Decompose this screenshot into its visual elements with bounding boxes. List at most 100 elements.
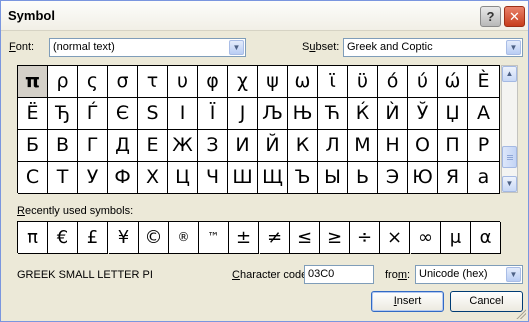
symbol-cell[interactable]: ϋ bbox=[348, 66, 378, 98]
symbol-cell[interactable]: τ bbox=[138, 66, 168, 98]
symbol-cell[interactable]: Ќ bbox=[348, 98, 378, 130]
symbol-cell[interactable]: К bbox=[288, 130, 318, 162]
recent-symbol-cell[interactable]: ≥ bbox=[320, 222, 350, 254]
character-code-input[interactable]: 03C0 bbox=[304, 265, 374, 284]
recent-symbol-cell[interactable]: © bbox=[139, 222, 169, 254]
font-dropdown[interactable]: (normal text) ▼ bbox=[49, 38, 246, 57]
help-button[interactable]: ? bbox=[480, 6, 501, 27]
recent-symbol-cell[interactable]: ™ bbox=[199, 222, 229, 254]
subset-dropdown[interactable]: Greek and Coptic ▼ bbox=[343, 38, 523, 57]
symbol-cell[interactable]: Љ bbox=[258, 98, 288, 130]
recent-symbol-cell[interactable]: π bbox=[18, 222, 48, 254]
recent-symbol-cell[interactable]: × bbox=[380, 222, 410, 254]
symbol-cell[interactable]: Ў bbox=[408, 98, 438, 130]
cancel-button[interactable]: Cancel bbox=[450, 291, 523, 312]
chevron-down-icon[interactable]: ▼ bbox=[506, 40, 521, 55]
symbol-cell[interactable]: Й bbox=[258, 130, 288, 162]
symbol-cell[interactable]: Ш bbox=[228, 162, 258, 194]
symbol-cell[interactable]: Г bbox=[78, 130, 108, 162]
symbol-cell[interactable]: Э bbox=[378, 162, 408, 194]
symbol-cell[interactable]: ό bbox=[378, 66, 408, 98]
symbol-cell[interactable]: ύ bbox=[408, 66, 438, 98]
symbol-cell[interactable]: Ж bbox=[168, 130, 198, 162]
symbol-cell[interactable]: ω bbox=[288, 66, 318, 98]
symbol-cell[interactable]: ώ bbox=[438, 66, 468, 98]
symbol-cell[interactable]: Ћ bbox=[318, 98, 348, 130]
symbol-cell[interactable]: Ц bbox=[168, 162, 198, 194]
recent-symbol-cell[interactable]: ≤ bbox=[290, 222, 320, 254]
recent-symbol-cell[interactable]: £ bbox=[78, 222, 108, 254]
recent-symbol-cell[interactable]: ± bbox=[229, 222, 259, 254]
recent-symbol-cell[interactable]: ∞ bbox=[411, 222, 441, 254]
symbol-cell[interactable]: Ф bbox=[108, 162, 138, 194]
recent-symbol-cell[interactable]: α bbox=[471, 222, 501, 254]
symbol-cell[interactable]: π bbox=[18, 66, 48, 98]
recent-symbol-cell[interactable]: ® bbox=[169, 222, 199, 254]
symbol-cell[interactable]: Ї bbox=[198, 98, 228, 130]
symbol-cell[interactable]: υ bbox=[168, 66, 198, 98]
symbol-grid[interactable]: πρςστυφχψωϊϋόύώÈ ËЂЃЄSІЇJЉЊЋЌЍЎЏА БВГДЕЖЗИ… bbox=[17, 65, 500, 194]
symbol-cell[interactable]: ψ bbox=[258, 66, 288, 98]
symbol-cell[interactable]: А bbox=[468, 98, 500, 130]
symbol-cell[interactable]: Я bbox=[438, 162, 468, 194]
symbol-cell[interactable]: П bbox=[438, 130, 468, 162]
symbol-cell[interactable]: І bbox=[168, 98, 198, 130]
symbol-cell[interactable]: Д bbox=[108, 130, 138, 162]
symbol-cell[interactable]: Є bbox=[108, 98, 138, 130]
symbol-cell[interactable]: S bbox=[138, 98, 168, 130]
symbol-cell[interactable]: J bbox=[228, 98, 258, 130]
symbol-cell[interactable]: φ bbox=[198, 66, 228, 98]
recent-symbols[interactable]: π € £ ¥ © ® ™ ± ≠ ≤ ≥ ÷ × ∞ μ α bbox=[17, 221, 501, 254]
symbol-cell[interactable]: È bbox=[468, 66, 500, 98]
symbol-cell[interactable]: У bbox=[78, 162, 108, 194]
symbol-cell[interactable]: Е bbox=[138, 130, 168, 162]
triangle-down-icon[interactable]: ▼ bbox=[502, 176, 517, 192]
symbol-cell[interactable]: Н bbox=[378, 130, 408, 162]
symbol-cell[interactable]: ς bbox=[78, 66, 108, 98]
symbol-cell[interactable]: Ы bbox=[318, 162, 348, 194]
symbol-cell[interactable]: О bbox=[408, 130, 438, 162]
symbol-cell[interactable]: ϊ bbox=[318, 66, 348, 98]
triangle-up-icon[interactable]: ▲ bbox=[502, 66, 517, 82]
symbol-cell[interactable]: Х bbox=[138, 162, 168, 194]
symbol-cell[interactable]: Ë bbox=[18, 98, 48, 130]
symbol-cell[interactable]: Т bbox=[48, 162, 78, 194]
symbol-cell[interactable]: Ю bbox=[408, 162, 438, 194]
title-bar[interactable]: Symbol ? ✕ bbox=[1, 1, 528, 31]
insert-button[interactable]: Insert bbox=[371, 291, 444, 312]
from-dropdown[interactable]: Unicode (hex) ▼ bbox=[415, 265, 523, 284]
symbol-cell[interactable]: χ bbox=[228, 66, 258, 98]
symbol-cell[interactable]: а bbox=[468, 162, 500, 194]
symbol-cell[interactable]: Ѓ bbox=[78, 98, 108, 130]
symbol-cell[interactable]: В bbox=[48, 130, 78, 162]
symbol-cell[interactable]: Џ bbox=[438, 98, 468, 130]
symbol-cell[interactable]: Ъ bbox=[288, 162, 318, 194]
symbol-cell[interactable]: Л bbox=[318, 130, 348, 162]
symbol-cell[interactable]: С bbox=[18, 162, 48, 194]
symbol-cell[interactable]: Б bbox=[18, 130, 48, 162]
symbol-cell[interactable]: Ѝ bbox=[378, 98, 408, 130]
chevron-down-icon[interactable]: ▼ bbox=[229, 40, 244, 55]
close-button[interactable]: ✕ bbox=[504, 6, 525, 27]
symbol-cell[interactable]: Р bbox=[468, 130, 500, 162]
recent-symbol-cell[interactable]: € bbox=[48, 222, 78, 254]
symbol-cell[interactable]: М bbox=[348, 130, 378, 162]
recent-symbol-cell[interactable]: ÷ bbox=[350, 222, 380, 254]
recent-symbol-cell[interactable]: ¥ bbox=[109, 222, 139, 254]
scroll-thumb[interactable] bbox=[502, 146, 517, 168]
symbol-cell[interactable]: σ bbox=[108, 66, 138, 98]
symbol-cell[interactable]: ρ bbox=[48, 66, 78, 98]
grid-scrollbar[interactable]: ▲ ▼ bbox=[501, 65, 518, 193]
recent-symbol-cell[interactable]: μ bbox=[441, 222, 471, 254]
symbol-cell[interactable]: Ч bbox=[198, 162, 228, 194]
resize-grip[interactable] bbox=[515, 308, 526, 319]
symbol-cell[interactable]: Ђ bbox=[48, 98, 78, 130]
chevron-down-icon[interactable]: ▼ bbox=[506, 267, 521, 282]
subset-label: Subset: bbox=[302, 41, 340, 53]
symbol-cell[interactable]: Њ bbox=[288, 98, 318, 130]
symbol-cell[interactable]: И bbox=[228, 130, 258, 162]
symbol-cell[interactable]: Ь bbox=[348, 162, 378, 194]
recent-symbol-cell[interactable]: ≠ bbox=[260, 222, 290, 254]
symbol-cell[interactable]: Щ bbox=[258, 162, 288, 194]
symbol-cell[interactable]: З bbox=[198, 130, 228, 162]
